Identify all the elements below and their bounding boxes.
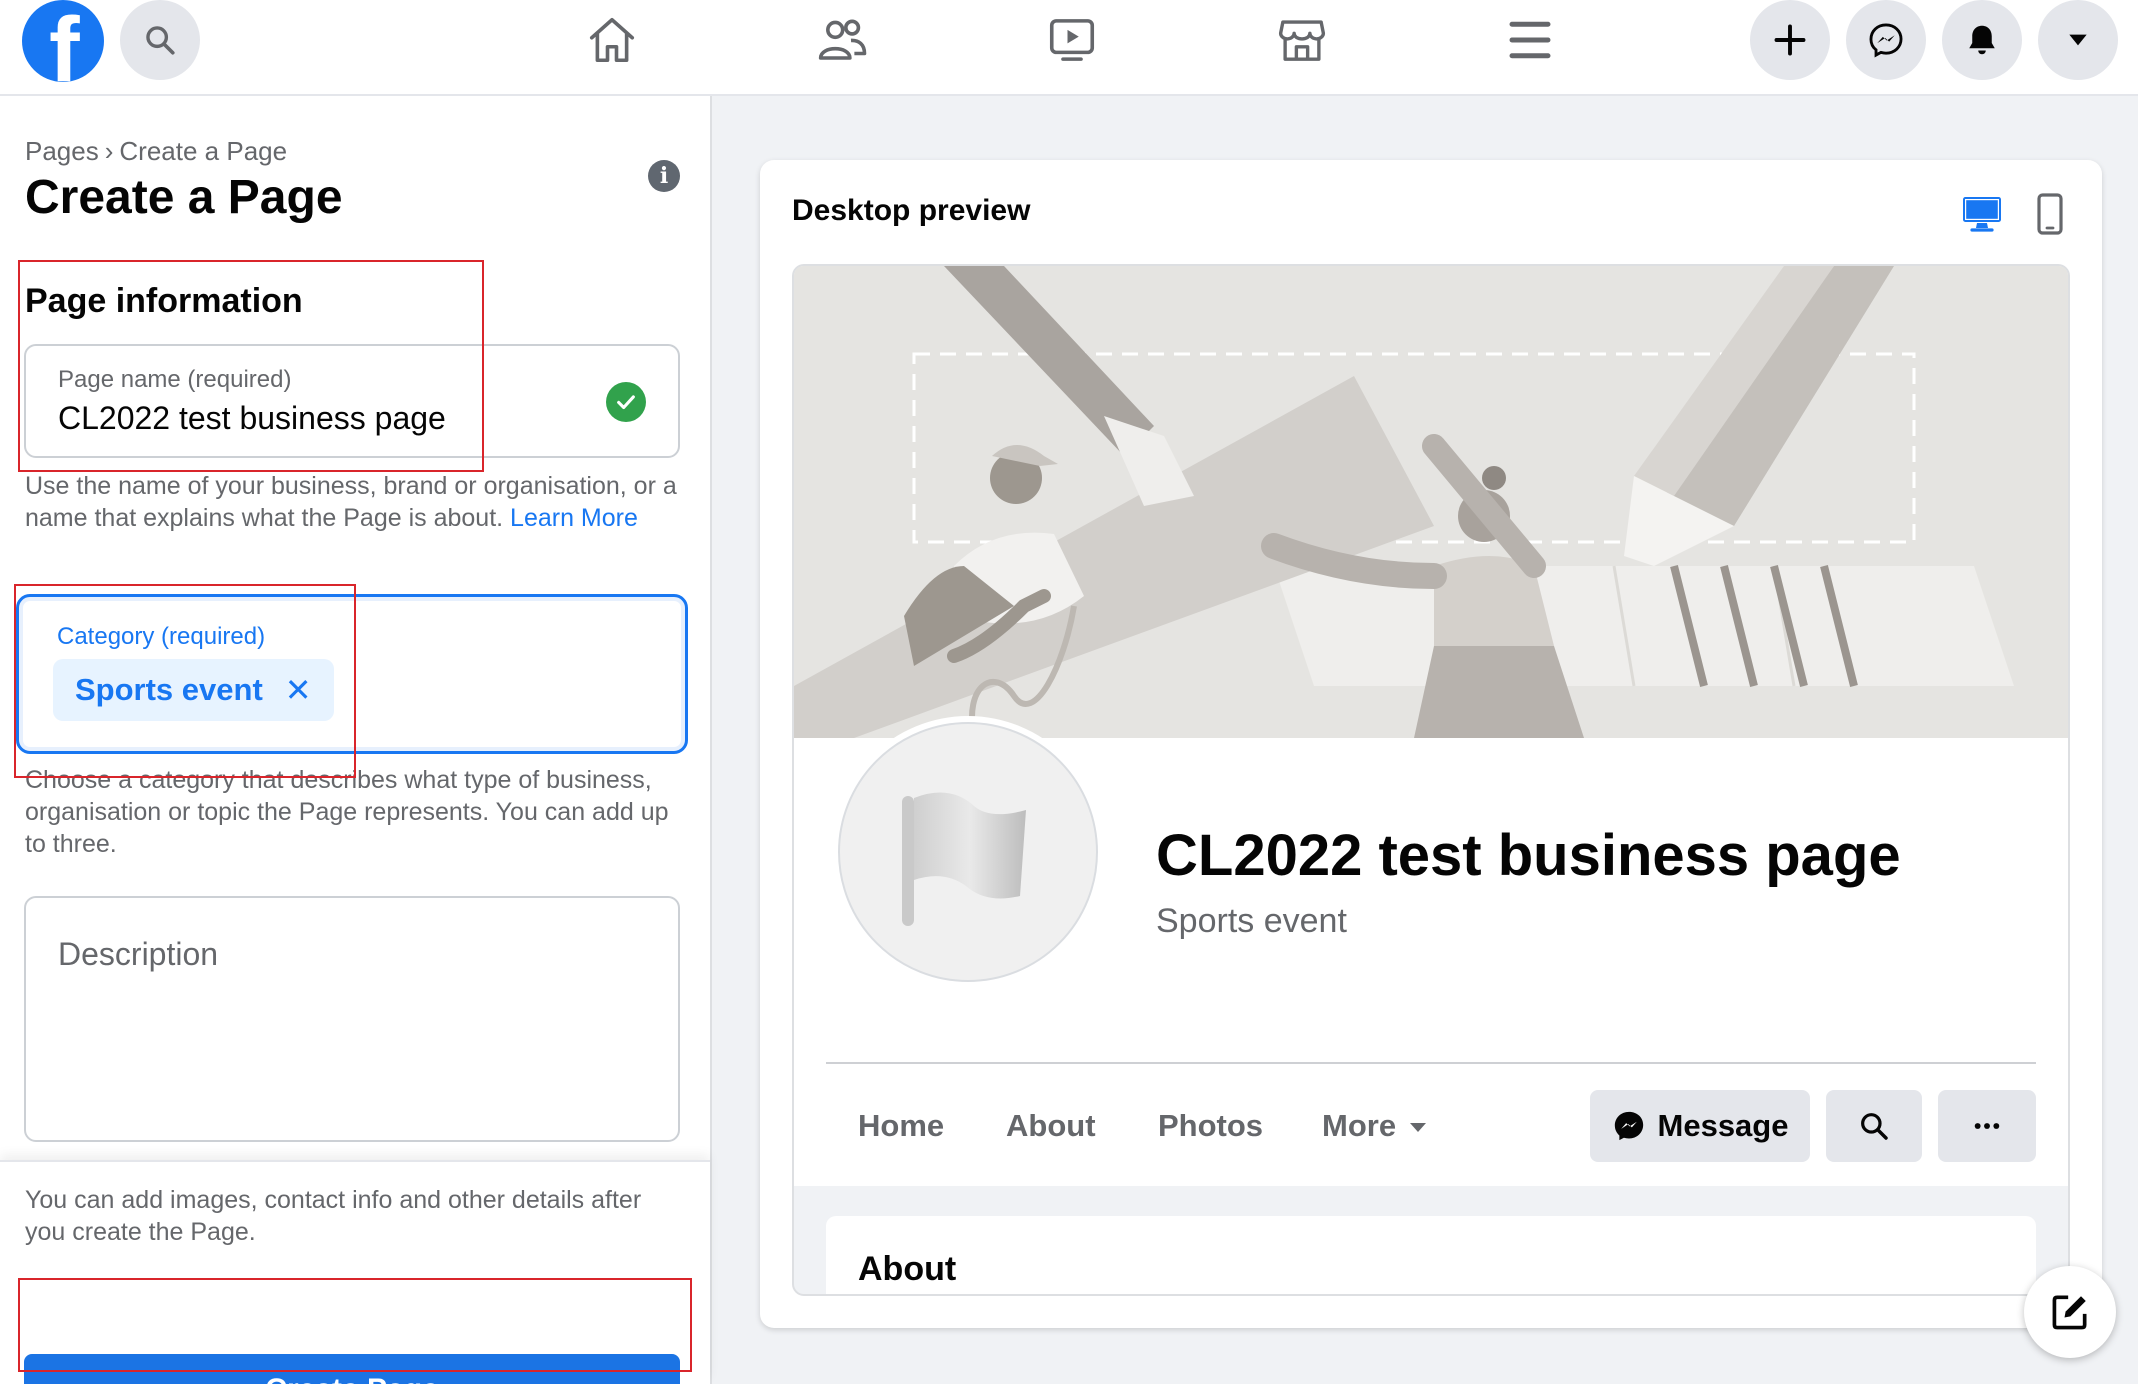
marketplace-icon [1278, 20, 1326, 61]
preview-title: Desktop preview [792, 194, 1031, 227]
watch-icon [1049, 19, 1095, 61]
category-field[interactable]: Category (required) Sports event ✕ [16, 594, 688, 754]
create-page-panel: Pages › Create a Page Create a Page i Page… [0, 96, 712, 1384]
breadcrumb-pages-link[interactable]: Pages [25, 136, 99, 166]
nav-marketplace[interactable] [1272, 10, 1332, 70]
search-icon [146, 26, 175, 55]
page-name-value: CL2022 test business page [58, 400, 446, 436]
nav-friends[interactable] [812, 10, 872, 70]
messenger-button[interactable] [1846, 0, 1926, 80]
preview-page-name: CL2022 test business page [1156, 823, 1901, 888]
notifications-button[interactable] [1942, 0, 2022, 80]
category-chip-label: Sports event [75, 672, 263, 707]
plus-icon [1774, 24, 1806, 56]
nav-menu[interactable] [1500, 10, 1560, 70]
compose-button[interactable] [2024, 1266, 2116, 1358]
category-chip: Sports event ✕ [53, 659, 334, 721]
preview-search-button[interactable] [1826, 1090, 1922, 1162]
breadcrumb-current: Create a Page [119, 136, 288, 166]
footer-note: You can add images, contact info and oth… [25, 1186, 642, 1246]
mobile-icon [2037, 193, 2063, 235]
search-icon [1861, 1113, 1888, 1140]
learn-more-link[interactable]: Learn More [510, 504, 638, 532]
create-page-button[interactable]: Create Page [24, 1354, 680, 1384]
description-placeholder: Description [58, 936, 219, 972]
cover-photo-illustration [794, 266, 2068, 738]
top-navigation-bar: f [0, 0, 2138, 96]
preview-tab-home[interactable]: Home [858, 1108, 944, 1144]
caret-down-icon [2069, 34, 2087, 46]
check-icon [606, 382, 646, 422]
preview-about-heading: About [858, 1250, 957, 1288]
breadcrumb: Pages › Create a Page [25, 136, 287, 167]
messenger-icon [1614, 1111, 1643, 1141]
menu-icon [1509, 21, 1551, 59]
ellipsis-icon [1974, 1123, 2000, 1129]
desktop-view-toggle[interactable] [1958, 190, 2006, 238]
preview-more-options-button[interactable] [1938, 1090, 2036, 1162]
page-title: Create a Page [25, 171, 343, 224]
remove-category-icon[interactable]: ✕ [285, 674, 312, 706]
search-button[interactable] [120, 0, 200, 80]
profile-picture-placeholder [832, 716, 1104, 988]
preview-about-card: About [826, 1216, 2036, 1294]
bell-icon [1969, 25, 1995, 55]
edit-icon [2052, 1295, 2087, 1330]
nav-home[interactable] [582, 10, 642, 70]
category-helper: Choose a category that describes what ty… [25, 766, 669, 858]
page-preview-mock: CL2022 test business page Sports event H… [792, 264, 2070, 1296]
flag-icon [902, 792, 1026, 926]
page-name-label: Page name (required) [58, 366, 292, 393]
desktop-preview-card: Desktop preview CL2022 test business pag… [760, 160, 2102, 1328]
category-label: Category (required) [57, 623, 266, 650]
preview-tab-photos[interactable]: Photos [1158, 1108, 1263, 1144]
desktop-icon [1963, 197, 2001, 232]
messenger-icon [1869, 23, 1903, 58]
page-header-preview: CL2022 test business page Sports event H… [794, 266, 2068, 1186]
page-name-field[interactable]: Page name (required) CL2022 test busines… [24, 344, 680, 458]
form-footer: You can add images, contact info and oth… [0, 1160, 710, 1384]
home-icon [589, 17, 635, 63]
caret-down-icon [1410, 1123, 1427, 1133]
preview-message-button[interactable]: Message [1590, 1090, 1810, 1162]
page-name-helper: Use the name of your business, brand or … [25, 472, 677, 532]
description-field[interactable]: Description [24, 896, 680, 1142]
breadcrumb-separator: › [104, 136, 114, 166]
preview-page-category: Sports event [1156, 902, 1347, 940]
facebook-logo[interactable]: f [22, 0, 104, 82]
mobile-view-toggle[interactable] [2026, 190, 2074, 238]
account-button[interactable] [2038, 0, 2118, 80]
preview-tab-more[interactable]: More [1322, 1108, 1427, 1144]
friends-icon [818, 19, 867, 60]
create-button[interactable] [1750, 0, 1830, 80]
info-icon[interactable]: i [648, 160, 680, 192]
divider [826, 1062, 2036, 1064]
nav-watch[interactable] [1042, 10, 1102, 70]
section-title: Page information [25, 282, 303, 320]
preview-tab-about[interactable]: About [1006, 1108, 1096, 1144]
